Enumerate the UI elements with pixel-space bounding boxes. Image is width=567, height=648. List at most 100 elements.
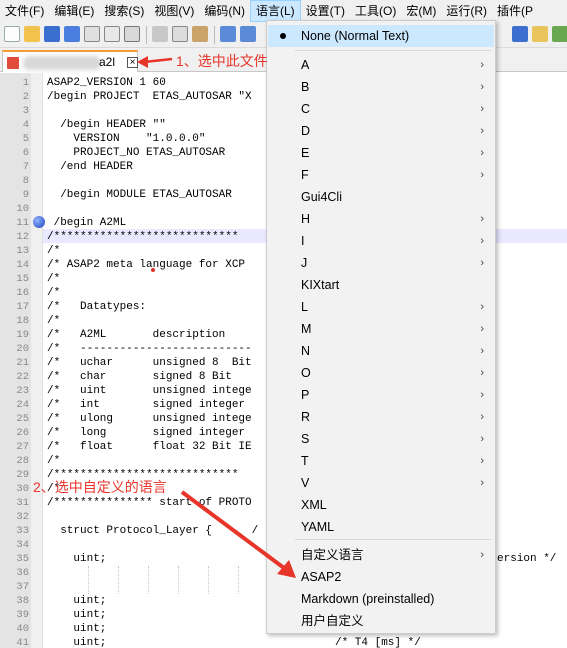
menu-view[interactable]: 视图(V) [149,0,199,22]
file-icon [7,57,19,69]
language-menu-item-label: O [301,366,311,380]
menu-language[interactable]: 语言(L) [250,0,301,22]
menu-edit[interactable]: 编辑(E) [49,0,99,22]
language-menu-item[interactable]: P › [268,384,494,406]
language-menu-item[interactable]: Gui4Cli [268,186,494,208]
menu-plugins[interactable]: 插件(P [492,0,538,22]
line-number: 15 [16,273,29,285]
language-menu-item[interactable]: N › [268,340,494,362]
line-number: 29 [16,469,29,481]
close-all-icon[interactable] [104,26,120,42]
code-line: /* [47,455,61,467]
language-menu-item-label: R [301,410,311,424]
doc-map-icon[interactable] [532,26,548,42]
save-icon[interactable] [44,26,60,42]
language-menu-item[interactable]: M › [268,318,494,340]
line-number: 36 [16,567,29,579]
menu-search[interactable]: 搜索(S) [99,0,149,22]
line-number: 37 [16,581,29,593]
menu-settings[interactable]: 设置(T) [301,0,350,22]
copy-icon[interactable] [172,26,188,42]
bookmark-margin[interactable] [31,73,43,648]
menu-run[interactable]: 运行(R) [441,0,492,22]
code-fragment: /* T4 [ms] */ [335,637,421,648]
language-menu-item[interactable]: KIXtart [268,274,494,296]
code-line: /end HEADER [47,161,133,173]
language-menu-item[interactable]: E › [268,142,494,164]
word-wrap-icon[interactable] [512,26,528,42]
save-all-icon[interactable] [64,26,80,42]
print-icon[interactable] [124,26,140,42]
new-file-icon[interactable] [4,26,20,42]
language-menu-item[interactable]: Markdown (preinstalled) [268,588,494,610]
code-line: uint; [47,609,107,621]
indent-guide [88,566,89,594]
language-menu-item[interactable]: V › [268,472,494,494]
language-menu-item[interactable]: None (Normal Text) [268,25,494,47]
menu-macro[interactable]: 宏(M) [401,0,441,22]
language-menu-item[interactable]: J › [268,252,494,274]
redo-icon[interactable] [240,26,256,42]
line-number: 13 [16,245,29,257]
line-number: 39 [16,609,29,621]
close-file-icon[interactable] [84,26,100,42]
line-number: 24 [16,399,29,411]
submenu-arrow-icon: › [480,213,484,225]
language-menu-item[interactable]: R › [268,406,494,428]
language-menu-item-label: B [301,80,310,94]
submenu-arrow-icon: › [480,433,484,445]
language-menu-item[interactable]: B › [268,76,494,98]
submenu-arrow-icon: › [480,257,484,269]
language-menu-item[interactable]: A › [268,54,494,76]
code-line: /* char signed 8 Bit [47,371,232,383]
language-menu-item[interactable]: D › [268,120,494,142]
language-menu-item[interactable]: T › [268,450,494,472]
submenu-arrow-icon: › [480,125,484,137]
line-number: 23 [16,385,29,397]
cut-icon[interactable] [152,26,168,42]
menu-file[interactable]: 文件(F) [0,0,49,22]
language-menu-item-label: 自定义语言 [301,548,364,562]
menu-encoding[interactable]: 编码(N) [199,0,250,22]
language-menu-item[interactable]: F › [268,164,494,186]
language-menu-item[interactable]: C › [268,98,494,120]
language-menu-item[interactable]: S › [268,428,494,450]
language-menu-item[interactable]: 自定义语言 › [268,544,494,566]
file-tab[interactable]: a2l × [2,50,138,72]
toolbar-separator [214,26,215,44]
language-menu-item-label: None (Normal Text) [301,29,410,43]
tab-close-icon[interactable]: × [127,57,138,68]
language-menu-item-label: 用户自定义 [301,614,364,628]
language-menu-item[interactable]: O › [268,362,494,384]
line-number: 38 [16,595,29,607]
language-menu-item[interactable]: 用户自定义 [268,610,494,632]
menu-tools[interactable]: 工具(O) [350,0,401,22]
line-number: 3 [22,105,29,117]
code-line: /* [47,287,61,299]
code-line: uint; [47,553,107,565]
undo-icon[interactable] [220,26,236,42]
language-menu-item[interactable]: YAML [268,516,494,538]
submenu-arrow-icon: › [480,301,484,313]
function-list-icon[interactable] [552,26,567,42]
language-menu-item[interactable]: ASAP2 [268,566,494,588]
indent-guide [178,566,179,594]
line-number: 20 [16,343,29,355]
language-menu-item-label: F [301,168,309,182]
language-menu-item[interactable]: XML [268,494,494,516]
language-menu-item[interactable]: H › [268,208,494,230]
code-line: uint; [47,637,107,648]
open-file-icon[interactable] [24,26,40,42]
code-line: uint; [47,623,107,635]
code-line: /* long signed integer [47,427,246,439]
indent-guide [238,566,239,594]
language-menu-item[interactable]: L › [268,296,494,318]
line-number: 2 [22,91,29,103]
blurred-filename [23,56,101,70]
language-menu-item-label: T [301,454,309,468]
paste-icon[interactable] [192,26,208,42]
code-line: struct Protocol_Layer { / [47,525,259,537]
language-menu-item[interactable]: I › [268,230,494,252]
line-number: 18 [16,315,29,327]
line-number: 33 [16,525,29,537]
